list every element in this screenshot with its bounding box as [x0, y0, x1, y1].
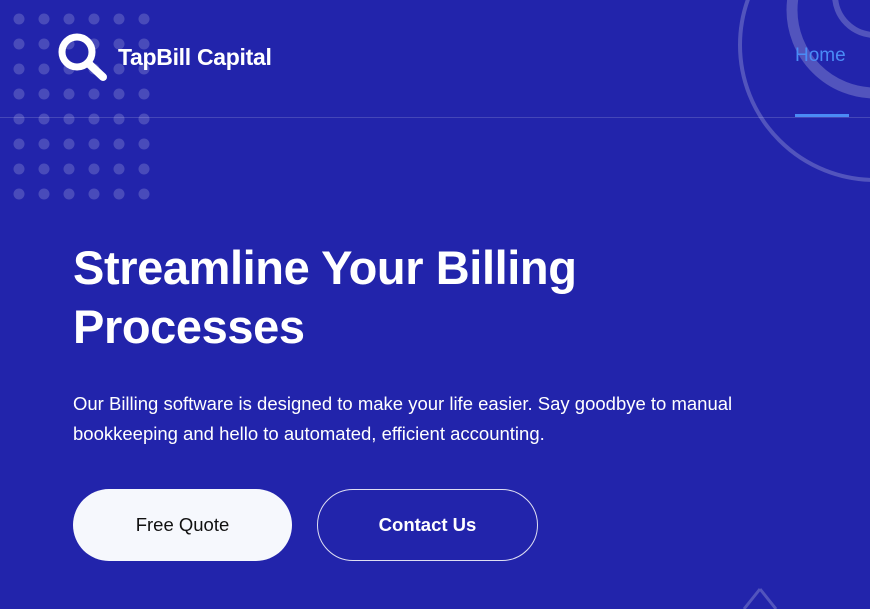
nav-active-indicator [795, 114, 849, 117]
navbar: TapBill Capital Home [0, 0, 870, 118]
contact-us-button[interactable]: Contact Us [317, 489, 538, 561]
brand-name: TapBill Capital [118, 43, 272, 70]
hero-title: Streamline Your Billing Processes [73, 241, 577, 353]
decorative-triangle [742, 588, 778, 609]
hero-description: Our Billing software is designed to make… [73, 393, 733, 444]
free-quote-button[interactable]: Free Quote [73, 489, 292, 561]
search-icon [58, 33, 107, 81]
brand-link[interactable]: TapBill Capital [56, 31, 272, 83]
nav-item-home[interactable]: Home [795, 45, 846, 67]
